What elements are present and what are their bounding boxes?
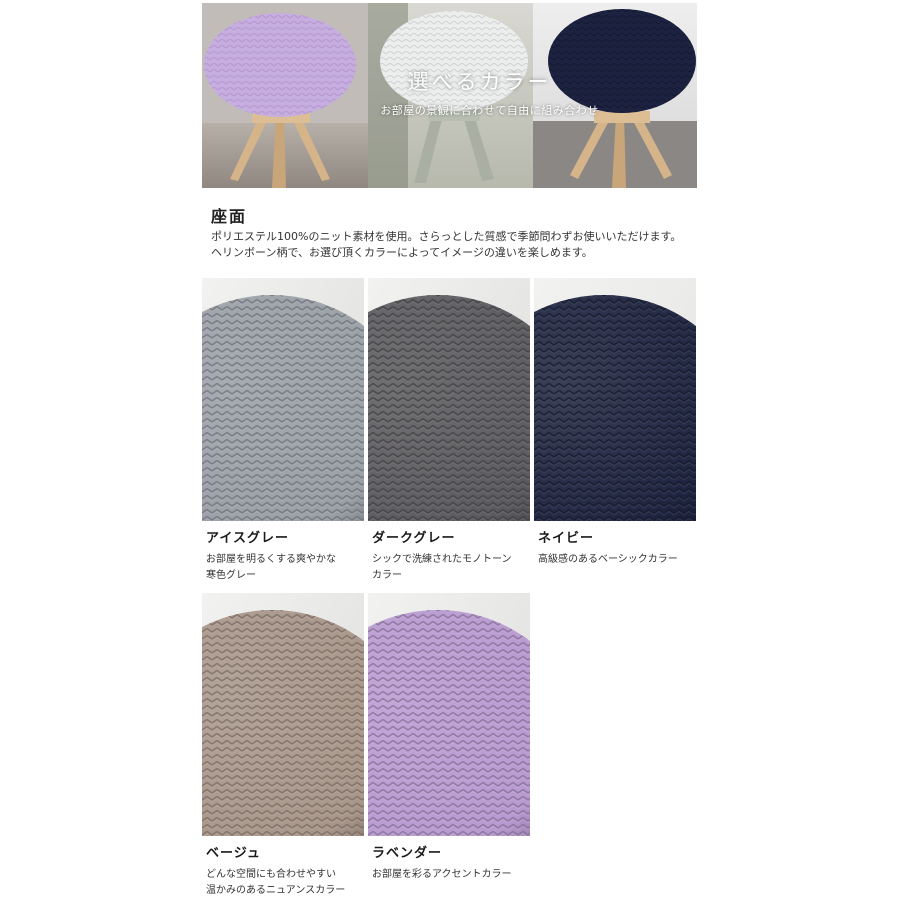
swatch-card-lavender: ラベンダー お部屋を彩るアクセントカラー: [368, 593, 530, 883]
section-description: ポリエステル100%のニット素材を使用。さらっとした質感で季節問わずお使いいただ…: [211, 229, 701, 261]
swatch-photo: [368, 278, 530, 521]
section-description-line-1: ポリエステル100%のニット素材を使用。さらっとした質感で季節問わずお使いいただ…: [211, 230, 682, 243]
swatch-card-dark-gray: ダークグレー シックで洗練されたモノトーン カラー: [368, 278, 530, 584]
swatch-name: ダークグレー: [372, 531, 456, 546]
section-title: 座面: [211, 207, 248, 226]
swatch-photo: [534, 278, 696, 521]
knit-texture-image: [368, 278, 530, 521]
swatch-description: どんな空間にも合わせやすい 温かみのあるニュアンスカラー: [206, 869, 346, 896]
swatch-name: ベージュ: [206, 846, 261, 861]
swatch-card-ice-gray: アイスグレー お部屋を明るくする爽やかな 寒色グレー: [202, 278, 364, 584]
swatch-name: ラベンダー: [372, 846, 443, 861]
swatch-name: アイスグレー: [206, 531, 289, 546]
swatch-photo: [368, 593, 530, 836]
hero-banner: 選べるカラー お部屋の景観に合わせて自由に組み合わせ: [202, 3, 697, 188]
section-description-line-2: ヘリンボーン柄で、お選び頂くカラーによってイメージの違いを楽しめます。: [211, 246, 593, 259]
swatch-photo: [202, 278, 364, 521]
swatch-name: ネイビー: [538, 531, 595, 546]
knit-texture-image: [534, 278, 696, 521]
swatch-photo: [202, 593, 364, 836]
hero-title: 選べるカラー: [407, 70, 552, 94]
knit-texture-image: [368, 593, 530, 836]
hero-subtitle: お部屋の景観に合わせて自由に組み合わせ: [380, 104, 599, 117]
knit-texture-image: [202, 593, 364, 836]
swatch-description: シックで洗練されたモノトーン カラー: [372, 554, 512, 581]
swatch-description: お部屋を彩るアクセントカラー: [372, 869, 512, 880]
swatch-card-beige: ベージュ どんな空間にも合わせやすい 温かみのあるニュアンスカラー: [202, 593, 364, 899]
swatch-description: 高級感のあるベーシックカラー: [538, 554, 678, 565]
swatch-description: お部屋を明るくする爽やかな 寒色グレー: [206, 554, 336, 581]
swatch-card-navy: ネイビー 高級感のあるベーシックカラー: [534, 278, 696, 568]
knit-texture-image: [202, 278, 364, 521]
